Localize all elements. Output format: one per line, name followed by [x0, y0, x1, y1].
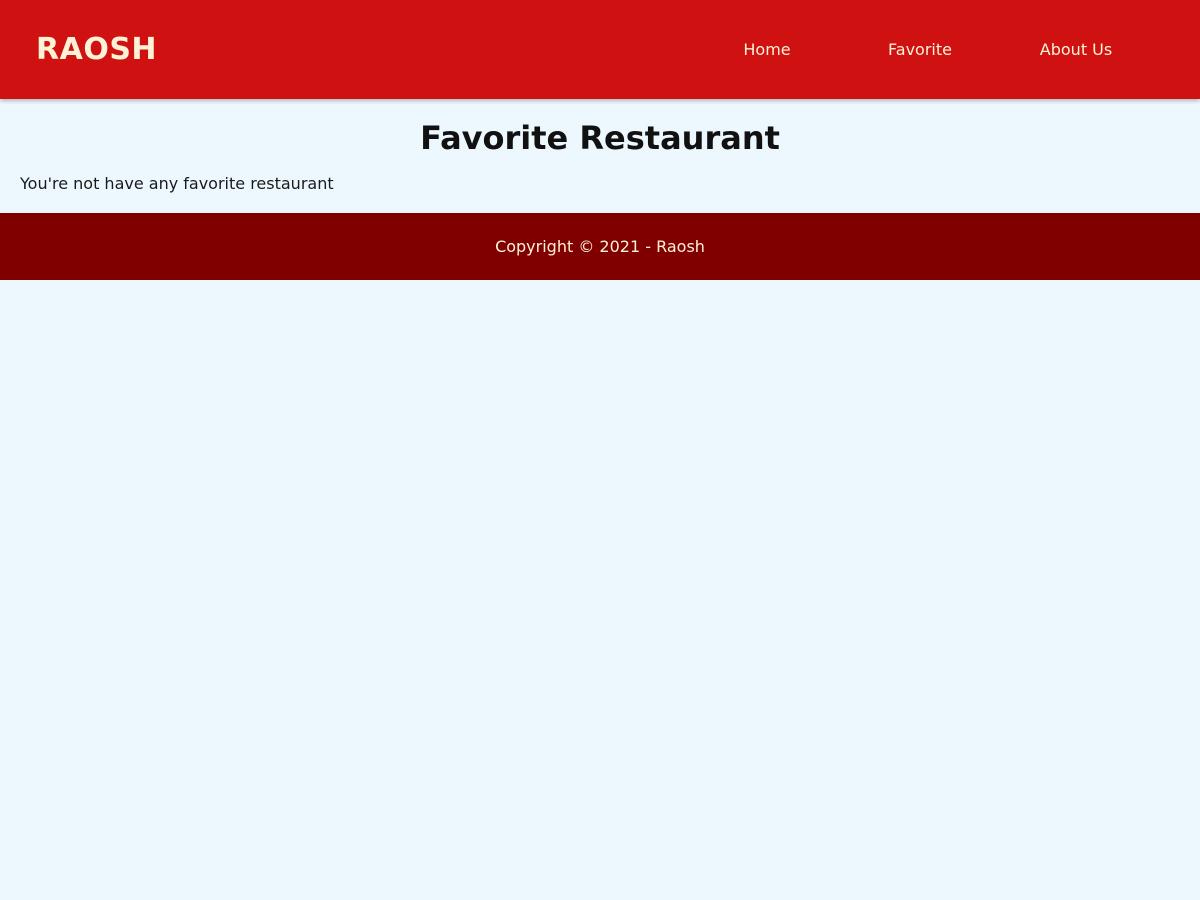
copyright-text: Copyright © 2021 - Raosh	[495, 237, 705, 256]
brand-logo[interactable]: RAOSH	[36, 32, 157, 67]
main-content: Favorite Restaurant You're not have any …	[0, 99, 1200, 213]
app-header: RAOSH Home Favorite About Us	[0, 0, 1200, 99]
nav-link-about-us[interactable]: About Us	[1030, 40, 1122, 59]
nav-link-favorite[interactable]: Favorite	[880, 40, 960, 59]
site-footer: Copyright © 2021 - Raosh	[0, 213, 1200, 280]
page-title: Favorite Restaurant	[420, 119, 780, 157]
empty-favorites-message: You're not have any favorite restaurant	[20, 174, 334, 193]
main-nav: Home Favorite About Us	[732, 0, 1122, 99]
nav-link-home[interactable]: Home	[732, 40, 802, 59]
